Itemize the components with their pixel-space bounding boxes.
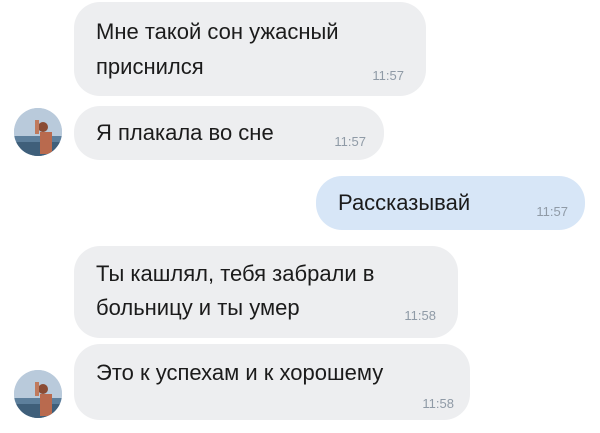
message-text-line: Мне такой сон ужасный (96, 19, 339, 44)
message-text-line: больницу и ты умер (96, 295, 300, 320)
message-text-line: Это к успехам и к хорошему (96, 360, 384, 385)
incoming-message[interactable]: Я плакала во сне 11:57 (74, 106, 384, 160)
message-timestamp: 11:57 (334, 134, 366, 149)
incoming-message[interactable]: Мне такой сон ужасный приснился 11:57 (74, 2, 426, 96)
incoming-message[interactable]: Ты кашлял, тебя забрали в больницу и ты … (74, 246, 458, 338)
message-timestamp: 11:58 (422, 396, 454, 411)
chat-conversation: Мне такой сон ужасный приснился 11:57 Я … (0, 0, 600, 433)
message-timestamp: 11:57 (536, 204, 568, 219)
message-text-line: Рассказывай (338, 190, 471, 215)
incoming-message[interactable]: Это к успехам и к хорошему 11:58 (74, 344, 470, 420)
message-text-line: Ты кашлял, тебя забрали в (96, 261, 375, 286)
user-photo-avatar[interactable] (14, 108, 62, 156)
user-photo-avatar[interactable] (14, 370, 62, 418)
message-text-line: Я плакала во сне (96, 120, 274, 145)
outgoing-message[interactable]: Рассказывай 11:57 (316, 176, 585, 230)
user-photo-avatar-icon (14, 370, 62, 418)
message-timestamp: 11:57 (372, 68, 404, 83)
message-timestamp: 11:58 (404, 308, 436, 323)
user-photo-avatar-icon (14, 108, 62, 156)
message-text-line: приснился (96, 54, 204, 79)
